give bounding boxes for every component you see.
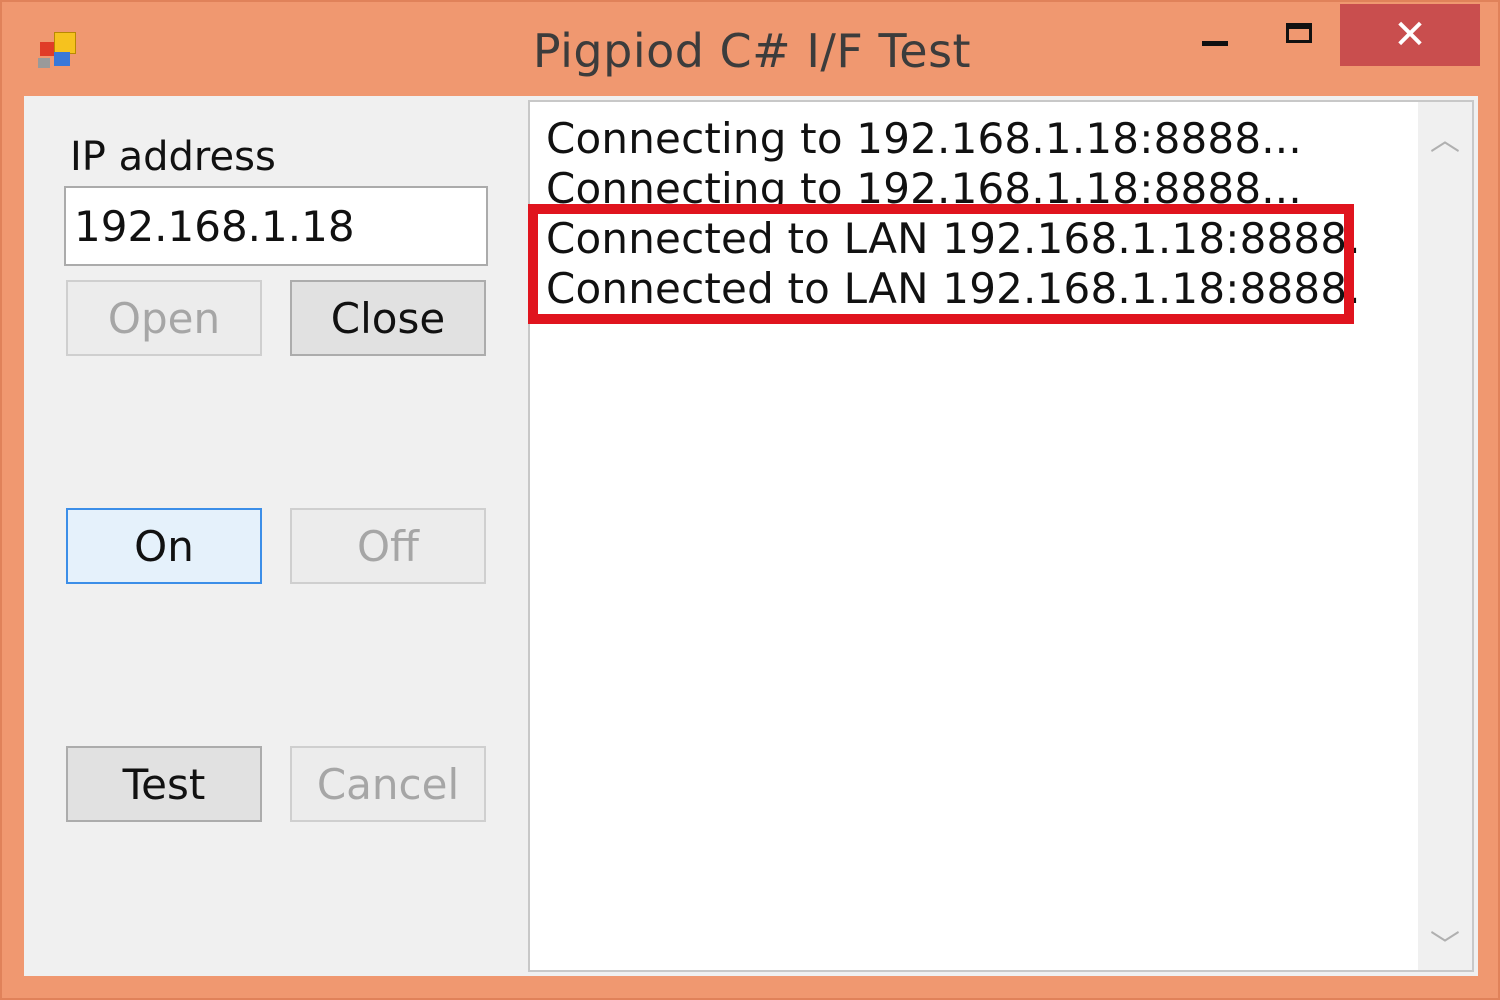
scroll-up-icon[interactable]: ︿ [1418, 112, 1472, 162]
app-window: Pigpiod C# I/F Test ✕ IP address Open Cl… [0, 0, 1500, 1000]
minimize-button[interactable] [1180, 6, 1250, 66]
title-bar[interactable]: Pigpiod C# I/F Test ✕ [2, 2, 1498, 96]
cancel-button[interactable]: Cancel [290, 746, 486, 822]
test-button[interactable]: Test [66, 746, 262, 822]
highlight-box [528, 204, 1354, 324]
close-icon: ✕ [1393, 12, 1427, 58]
maximize-button[interactable] [1264, 6, 1334, 66]
vertical-scrollbar[interactable]: ︿ ﹀ [1418, 102, 1472, 970]
ip-address-label: IP address [70, 134, 276, 180]
scroll-down-icon[interactable]: ﹀ [1418, 918, 1472, 968]
log-textbox[interactable]: Connecting to 192.168.1.18:8888... Conne… [528, 100, 1474, 972]
open-button[interactable]: Open [66, 280, 262, 356]
log-line: Connecting to 192.168.1.18:8888... [546, 114, 1302, 163]
on-button[interactable]: On [66, 508, 262, 584]
close-button[interactable]: Close [290, 280, 486, 356]
close-window-button[interactable]: ✕ [1340, 4, 1480, 66]
maximize-icon [1286, 23, 1312, 43]
client-area: IP address Open Close On Off Test Cancel… [24, 96, 1478, 976]
minimize-icon [1202, 40, 1228, 46]
off-button[interactable]: Off [290, 508, 486, 584]
ip-address-input[interactable] [64, 186, 488, 266]
